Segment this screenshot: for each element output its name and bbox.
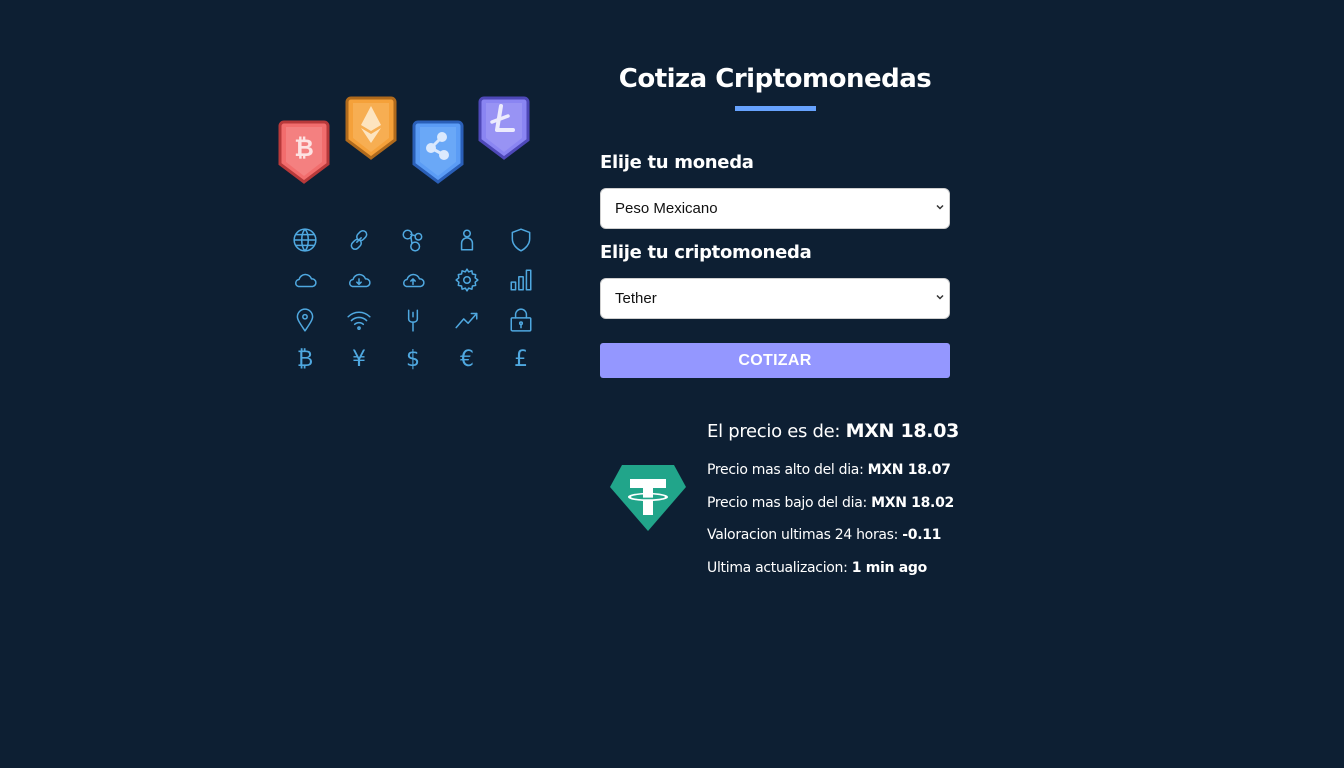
euro-glyph-icon: €: [460, 347, 474, 372]
currency-select-value: Peso Mexicano: [615, 200, 718, 217]
cloud-upload-icon: [403, 273, 425, 288]
high-label: Precio mas alto del dia:: [707, 462, 868, 478]
yen-glyph-icon: ¥: [352, 347, 366, 372]
cloud-icon: [295, 273, 317, 288]
change-line: Valoracion ultimas 24 horas: -0.11: [707, 519, 1027, 552]
page: ₿ ₿ ¥ $ € £ Cotiza Criptomonedas Elije t…: [0, 0, 1344, 768]
ethereum-badge-icon: [345, 96, 397, 160]
low-label: Precio mas bajo del dia:: [707, 494, 872, 511]
updated-line: Ultima actualizacion: 1 min ago: [707, 552, 1027, 585]
dollar-glyph-icon: $: [406, 347, 420, 372]
change-value: -0.11: [902, 527, 942, 543]
high-value: MXN 18.07: [867, 462, 951, 478]
cloud-download-icon: [349, 273, 371, 288]
chevron-down-icon: [936, 204, 944, 210]
high-line: Precio mas alto del dia: MXN 18.07: [707, 454, 1027, 487]
price-line: El precio es de: MXN 18.03: [707, 420, 1027, 442]
crypto-label: Elije tu criptomoneda: [600, 242, 812, 263]
crypto-select-value: Tether: [615, 290, 657, 307]
shield-icon: [511, 228, 531, 252]
change-label: Valoracion ultimas 24 horas:: [707, 527, 903, 543]
trending-up-icon: [455, 312, 478, 329]
padlock-icon: [510, 308, 532, 332]
quote-result: El precio es de: MXN 18.03 Precio mas al…: [707, 420, 1027, 584]
title-underline: [735, 106, 816, 111]
svg-text:₿: ₿: [294, 134, 314, 162]
litecoin-badge-icon: [478, 96, 530, 160]
gear-icon: [455, 268, 479, 292]
crypto-select[interactable]: Tether: [600, 278, 950, 319]
location-pin-icon: [296, 308, 314, 332]
currency-select[interactable]: Peso Mexicano: [600, 188, 950, 229]
quote-submit-button[interactable]: Cotizar: [600, 343, 950, 378]
bitcoin-badge-icon: ₿: [278, 120, 330, 184]
page-title: Cotiza Criptomonedas: [618, 64, 932, 94]
signal-bars-icon: [510, 269, 532, 291]
bitcoin-glyph-icon: ₿: [296, 347, 314, 372]
price-value: MXN 18.03: [845, 420, 960, 442]
wifi-icon: [347, 311, 371, 330]
chevron-down-icon: [936, 294, 944, 300]
price-label: El precio es de:: [707, 421, 846, 442]
tether-logo-icon: [610, 465, 686, 531]
crypto-illustration: ₿ ₿ ¥ $ € £: [268, 88, 540, 378]
plug-icon: [407, 309, 419, 332]
icon-grid: ₿ ¥ $ € £: [278, 220, 538, 380]
updated-label: Ultima actualizacion:: [707, 559, 852, 576]
low-line: Precio mas bajo del dia: MXN 18.02: [707, 487, 1027, 520]
updated-value: 1 min ago: [851, 559, 928, 576]
currency-label: Elije tu moneda: [600, 152, 754, 173]
globe-icon: [293, 228, 317, 252]
ripple-badge-icon: [412, 120, 464, 184]
network-nodes-icon: [402, 229, 423, 252]
pound-glyph-icon: £: [514, 347, 528, 372]
link-icon: [350, 229, 368, 251]
low-value: MXN 18.02: [871, 494, 954, 511]
user-icon: [460, 229, 474, 251]
